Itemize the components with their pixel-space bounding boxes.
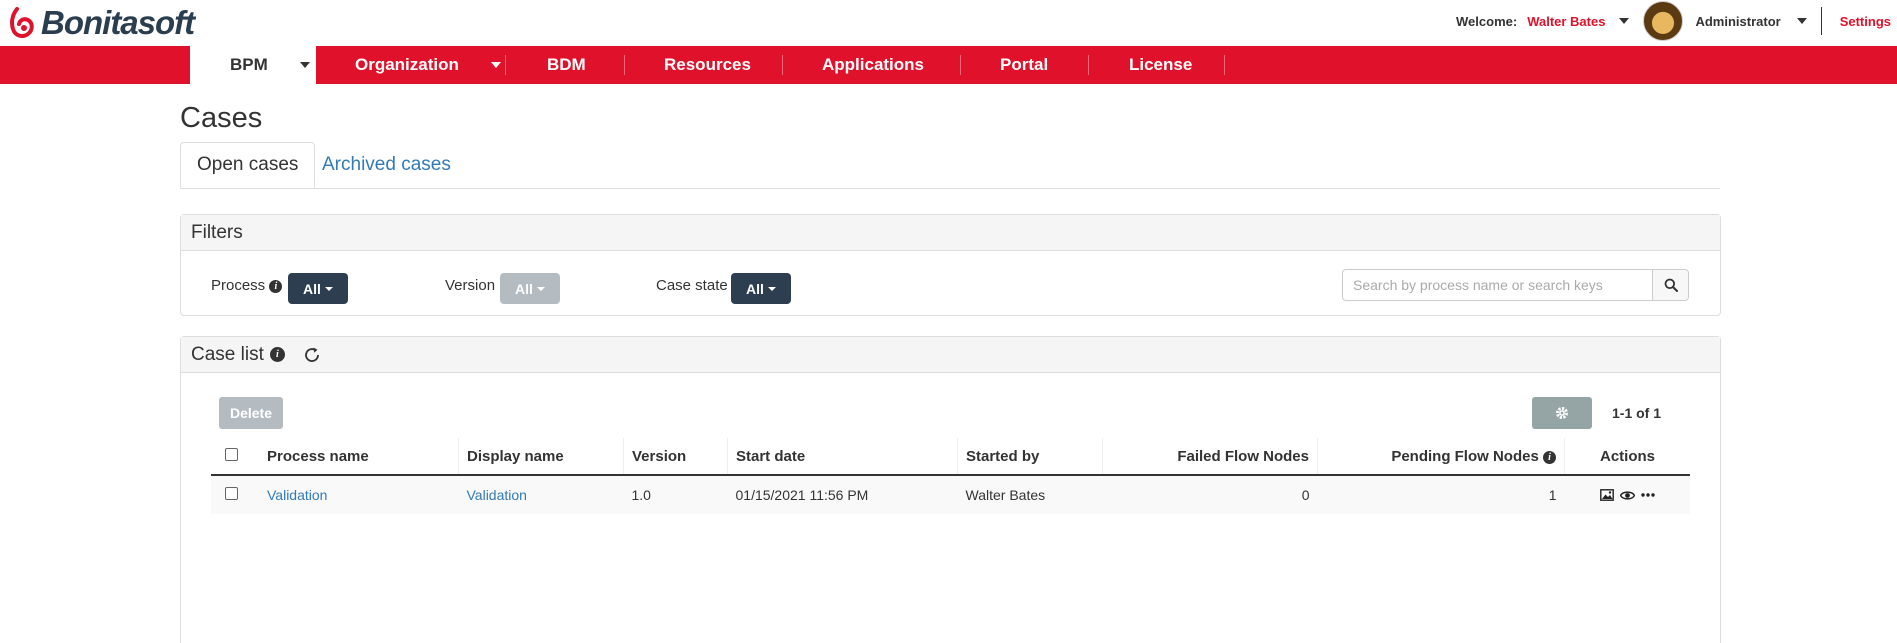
process-filter-label-text: Process — [211, 277, 266, 294]
nav-divider — [505, 55, 506, 75]
user-name-link[interactable]: Walter Bates — [1527, 14, 1605, 29]
nav-divider — [1224, 55, 1225, 75]
version-filter-value: All — [515, 280, 533, 297]
process-name-link[interactable]: Validation — [259, 475, 459, 514]
start-date-cell: 01/15/2021 11:56 PM — [727, 475, 958, 514]
nav-divider — [1088, 55, 1089, 75]
pending-flow-nodes-label: Pending Flow Nodes — [1391, 447, 1539, 465]
nav-item-bpm[interactable]: BPM — [190, 46, 316, 84]
brand-name: Bonitasoft — [41, 4, 195, 41]
version-filter-dropdown[interactable]: All — [500, 273, 560, 304]
nav-item-label: Resources — [664, 55, 751, 74]
search-button[interactable] — [1652, 270, 1688, 300]
nav-divider — [624, 55, 625, 75]
nav-item-license[interactable]: License — [1129, 46, 1192, 84]
column-display-name[interactable]: Display name — [458, 438, 624, 476]
main-navbar: BPM Organization BDM Resources Applicati… — [0, 46, 1897, 84]
chevron-down-icon — [767, 286, 776, 291]
case-list-panel: Case list i Delete 1-1 of 1 Process name… — [180, 336, 1721, 643]
display-name-link[interactable]: Validation — [458, 475, 624, 514]
column-pending-flow-nodes[interactable]: Pending Flow Nodes i — [1317, 438, 1565, 476]
welcome-label: Welcome: — [1456, 13, 1518, 29]
column-start-date[interactable]: Start date — [727, 438, 958, 476]
tab-open-cases[interactable]: Open cases — [180, 142, 316, 188]
case-list-info-icon[interactable]: i — [269, 347, 285, 362]
filters-panel: Filters Process i All Version All Case s… — [180, 214, 1721, 316]
version-cell: 1.0 — [623, 475, 728, 514]
search-input[interactable] — [1343, 270, 1652, 300]
pagination-info: 1-1 of 1 — [1612, 405, 1662, 421]
picture-icon[interactable] — [1599, 489, 1614, 501]
more-options-icon[interactable] — [1641, 492, 1655, 498]
table-header-row: Process name Display name Version Start … — [211, 438, 1690, 476]
refresh-icon[interactable] — [303, 346, 321, 364]
nav-item-label: License — [1129, 55, 1193, 74]
user-menu-area: Welcome: Walter Bates Administrator Sett… — [1456, 0, 1897, 42]
row-checkbox[interactable] — [225, 487, 238, 500]
search-icon — [1664, 278, 1678, 292]
process-filter-label: Process i — [211, 277, 283, 294]
case-table: Process name Display name Version Start … — [211, 438, 1690, 514]
version-filter-label: Version — [445, 277, 496, 294]
nav-item-label: Applications — [822, 55, 925, 74]
process-info-icon[interactable]: i — [269, 280, 283, 293]
nav-divider — [960, 55, 961, 75]
pending-info-icon[interactable]: i — [1543, 450, 1556, 464]
nav-item-label: BPM — [230, 55, 268, 74]
chevron-down-icon — [324, 286, 333, 291]
filters-title: Filters — [181, 215, 1720, 251]
select-all-header — [211, 438, 259, 476]
case-state-filter-value: All — [746, 280, 764, 297]
nav-divider — [782, 55, 783, 75]
nav-item-label: BDM — [547, 55, 586, 74]
started-by-cell: Walter Bates — [957, 475, 1103, 514]
bonitasoft-logo[interactable]: Bonitasoft — [8, 4, 195, 42]
pending-flow-nodes-cell: 1 — [1317, 475, 1565, 514]
column-failed-flow-nodes[interactable]: Failed Flow Nodes — [1102, 438, 1318, 476]
table-row: Validation Validation 1.0 01/15/2021 11:… — [211, 475, 1690, 514]
bonita-logo-icon — [10, 7, 34, 39]
page-title: Cases — [180, 102, 263, 134]
case-state-filter-label: Case state — [656, 277, 728, 294]
avatar[interactable] — [1643, 1, 1684, 41]
header-divider — [1820, 7, 1822, 35]
tab-archived-cases[interactable]: Archived cases — [306, 142, 467, 188]
nav-item-label: Portal — [1000, 55, 1049, 74]
select-all-checkbox[interactable] — [225, 447, 238, 461]
column-actions: Actions — [1564, 438, 1690, 476]
chevron-down-icon — [536, 286, 545, 291]
nav-item-organization[interactable]: Organization — [355, 46, 501, 84]
bpm-chevron-down-icon — [299, 62, 310, 68]
case-list-title: Case list — [191, 343, 264, 365]
process-filter-dropdown[interactable]: All — [288, 273, 348, 304]
failed-flow-nodes-cell: 0 — [1102, 475, 1318, 514]
row-select-cell — [211, 475, 259, 514]
search-box — [1342, 269, 1689, 301]
case-state-filter-dropdown[interactable]: All — [731, 273, 791, 304]
profile-name[interactable]: Administrator — [1695, 14, 1780, 29]
nav-item-bdm[interactable]: BDM — [547, 46, 586, 84]
column-started-by[interactable]: Started by — [957, 438, 1103, 476]
nav-item-applications[interactable]: Applications — [822, 46, 924, 84]
nav-item-portal[interactable]: Portal — [1000, 46, 1048, 84]
case-tabs: Open cases Archived cases — [180, 142, 1720, 189]
actions-cell — [1564, 475, 1690, 514]
nav-item-label: Organization — [355, 55, 459, 74]
column-process-name[interactable]: Process name — [259, 438, 459, 476]
delete-button[interactable]: Delete — [219, 397, 283, 429]
case-list-header: Case list i — [181, 337, 1720, 373]
nav-item-resources[interactable]: Resources — [664, 46, 751, 84]
top-bar: Bonitasoft Welcome: Walter Bates Adminis… — [0, 0, 1897, 46]
profile-chevron-down-icon[interactable] — [1796, 18, 1807, 24]
eye-icon[interactable] — [1619, 490, 1635, 501]
gear-icon — [1556, 407, 1568, 419]
process-filter-value: All — [303, 280, 321, 297]
organization-chevron-down-icon — [490, 62, 501, 68]
column-settings-button[interactable] — [1532, 397, 1592, 429]
column-version[interactable]: Version — [623, 438, 728, 476]
user-menu-chevron-down-icon[interactable] — [1619, 18, 1630, 24]
settings-link[interactable]: Settings — [1840, 14, 1891, 29]
